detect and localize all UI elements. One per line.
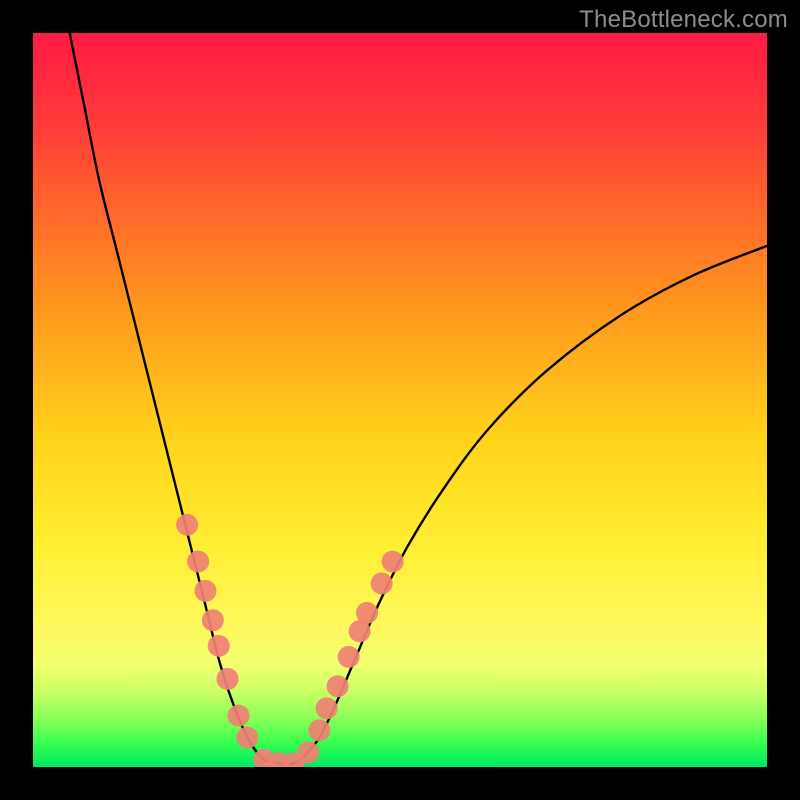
highlighted-points [176, 514, 404, 767]
marker-point [327, 675, 349, 697]
plot-area [33, 33, 767, 767]
chart-frame: TheBottleneck.com [0, 0, 800, 800]
chart-svg [33, 33, 767, 767]
marker-point [236, 727, 258, 749]
marker-point [176, 514, 198, 536]
marker-point [194, 580, 216, 602]
marker-point [338, 646, 360, 668]
bottleneck-curve [70, 33, 767, 764]
marker-point [208, 635, 230, 657]
marker-point [297, 741, 319, 763]
marker-point [217, 668, 239, 690]
marker-point [202, 609, 224, 631]
watermark-text: TheBottleneck.com [579, 6, 788, 34]
marker-point [187, 550, 209, 572]
marker-point [316, 697, 338, 719]
marker-point [228, 705, 250, 727]
marker-point [308, 719, 330, 741]
marker-point [371, 573, 393, 595]
marker-point [356, 602, 378, 624]
marker-point [382, 550, 404, 572]
